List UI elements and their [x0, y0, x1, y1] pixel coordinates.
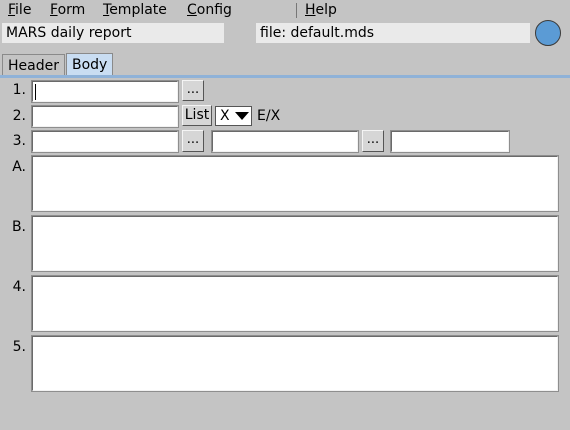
row1-input[interactable]	[31, 80, 179, 103]
textarea-4[interactable]	[31, 275, 559, 332]
row3-input-2[interactable]	[211, 130, 359, 153]
row-label-a: A.	[12, 159, 26, 175]
row-label-5: 5.	[12, 339, 26, 355]
menu-help[interactable]: Help	[305, 1, 337, 19]
row-label-b: B.	[11, 219, 26, 235]
file-name-field: file: default.mds	[256, 23, 530, 43]
row-label-4: 4.	[12, 279, 26, 295]
text-cursor	[35, 84, 36, 100]
menu-file[interactable]: File	[8, 1, 31, 19]
ex-select[interactable]: X	[215, 106, 252, 126]
menu-separator	[296, 3, 297, 18]
tab-divider	[0, 75, 570, 78]
chevron-down-icon	[235, 112, 249, 120]
menu-config[interactable]: Config	[187, 1, 232, 19]
tab-header[interactable]: Header	[2, 54, 65, 76]
row3-browse-button-1[interactable]: ...	[182, 130, 204, 152]
menu-form[interactable]: Form	[50, 1, 85, 19]
report-title: MARS daily report	[6, 25, 132, 41]
menubar: File Form Template Config Help	[0, 0, 570, 20]
ex-suffix-label: E/X	[257, 108, 281, 124]
tab-body[interactable]: Body	[66, 53, 114, 76]
textarea-a[interactable]	[31, 155, 559, 212]
row3-input-1[interactable]	[31, 130, 179, 153]
menu-template[interactable]: Template	[103, 1, 167, 19]
row1-browse-button[interactable]: ...	[182, 80, 204, 101]
report-title-field: MARS daily report	[2, 23, 224, 43]
row-label-2: 2.	[12, 108, 26, 124]
textarea-5[interactable]	[31, 335, 559, 392]
row-label-1: 1.	[12, 82, 26, 98]
row-label-3: 3.	[12, 133, 26, 149]
list-button[interactable]: List	[182, 105, 212, 126]
status-indicator[interactable]	[535, 20, 561, 46]
row2-input[interactable]	[31, 105, 179, 128]
file-name: file: default.mds	[260, 25, 375, 41]
row3-browse-button-2[interactable]: ...	[362, 130, 384, 152]
textarea-b[interactable]	[31, 215, 559, 272]
row3-input-3[interactable]	[390, 130, 510, 153]
